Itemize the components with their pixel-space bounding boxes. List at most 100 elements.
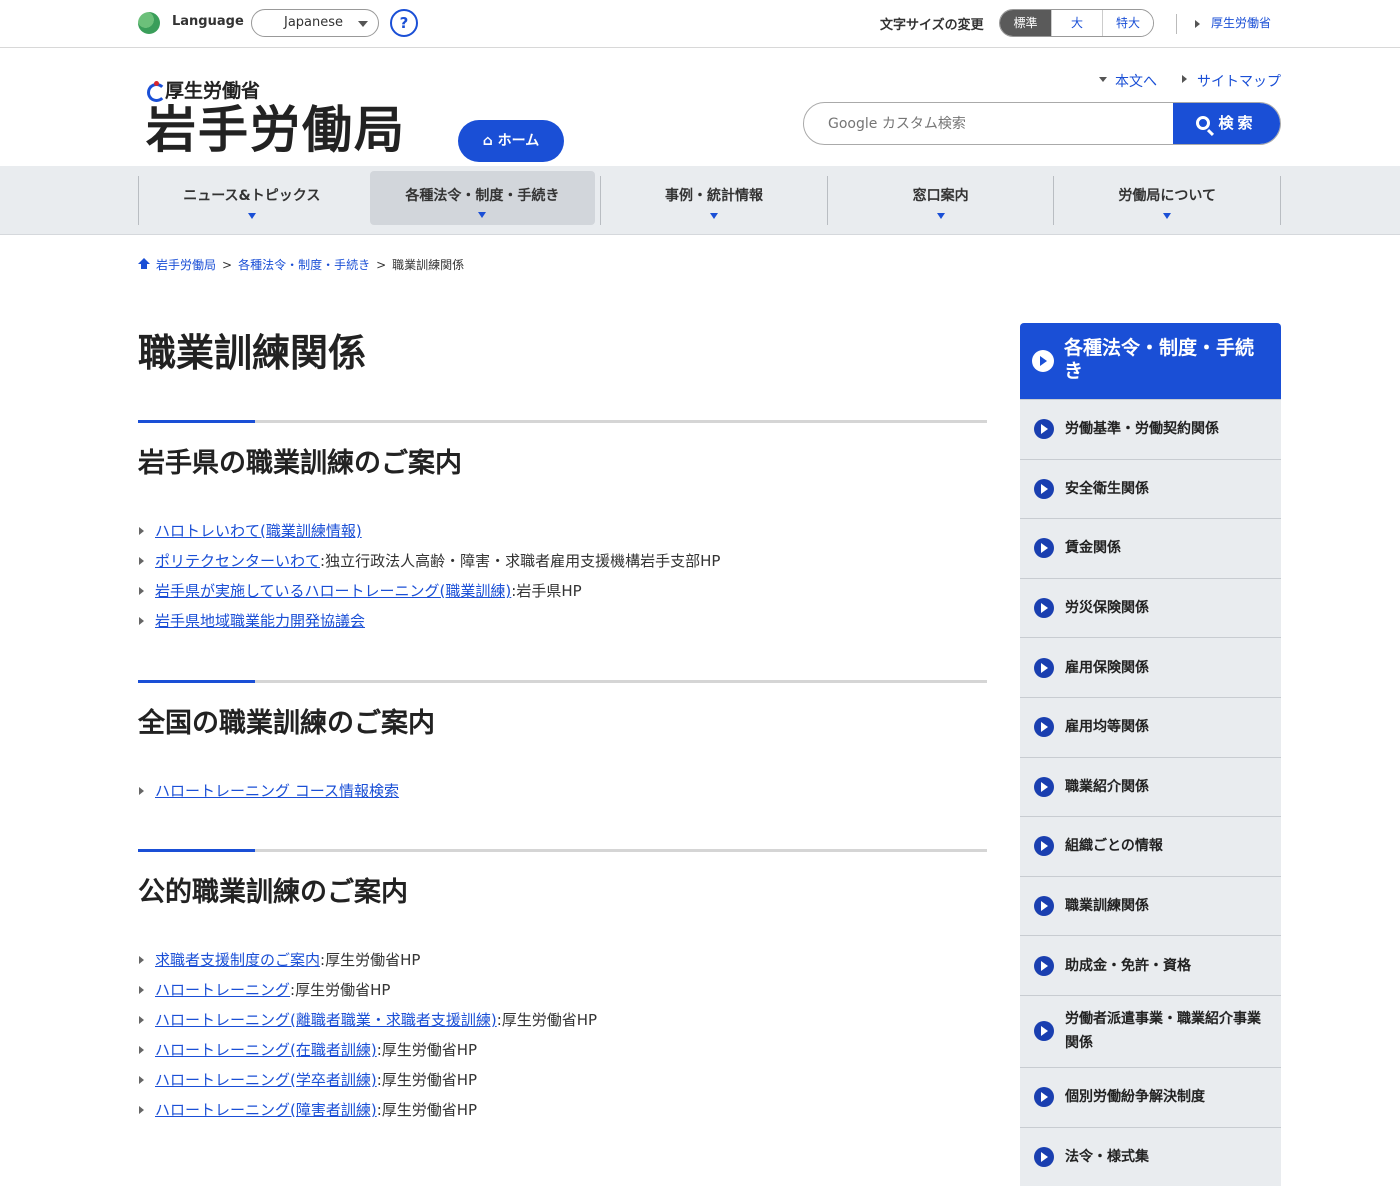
gnav-laws[interactable]: 各種法令・制度・手続き [369,171,596,225]
side-nav-item[interactable]: 助成金・免許・資格 [1020,935,1281,995]
gnav-label: 窓口案内 [912,188,969,204]
language-select[interactable]: Japanese [251,9,379,37]
list-link[interactable]: 岩手県地域職業能力開発協議会 [155,612,365,630]
mhlw-link[interactable]: 厚生労働省 [1176,14,1271,34]
side-nav-item[interactable]: 労災保険関係 [1020,577,1281,638]
home-button-label: ホーム [497,133,540,149]
list-suffix: :厚生労働省HP [376,1101,478,1119]
breadcrumb-separator: > [376,258,387,272]
list-link[interactable]: ハロートレーニング(学卒者訓練) [155,1071,377,1089]
arrow-right-icon [1034,478,1054,499]
side-nav-item-label: 労働基準・労働契約関係 [1065,421,1219,438]
caret-down-icon [1163,213,1172,219]
gnav-about[interactable]: 労働局について [1053,176,1281,225]
list-item: ハロートレーニング(離職者職業・求職者支援訓練):厚生労働省HP [138,1005,987,1035]
fontsize-standard-button[interactable]: 標準 [1000,10,1051,36]
side-nav-item-label: 雇用均等関係 [1065,719,1149,736]
list-link[interactable]: ハロトレいわて(職業訓練情報) [155,522,362,540]
side-nav-item-label: 法令・様式集 [1065,1148,1149,1165]
gnav-label: 事例・統計情報 [664,188,763,204]
side-nav-heading[interactable]: 各種法令・制度・手続き [1020,323,1281,399]
side-nav-item[interactable]: 安全衛生関係 [1020,458,1281,519]
arrow-right-icon [1034,896,1054,917]
side-nav-item[interactable]: 雇用均等関係 [1020,696,1281,757]
breadcrumb-link[interactable]: 各種法令・制度・手続き [238,258,370,272]
side-nav-item[interactable]: 雇用保険関係 [1020,637,1281,697]
list-link[interactable]: ハロートレーニング(障害者訓練) [155,1101,377,1119]
list-item: ハロートレーニング(在職者訓練):厚生労働省HP [138,1035,987,1065]
side-nav-item[interactable]: 組織ごとの情報 [1020,816,1281,876]
list-item: ハロートレーニング(学卒者訓練):厚生労働省HP [138,1065,987,1095]
section-iwate: 岩手県の職業訓練のご案内 ハロトレいわて(職業訓練情報) ポリテクセンターいわて… [138,420,987,636]
side-nav-item[interactable]: 法令・様式集 [1020,1126,1281,1186]
side-nav-item-label: 賃金関係 [1065,540,1121,557]
list-link[interactable]: 岩手県が実施しているハロートレーニング(職業訓練) [155,582,511,600]
gnav-label: 各種法令・制度・手続き [405,188,560,204]
side-nav-item-label: 労災保険関係 [1065,600,1149,617]
page-title: 職業訓練関係 [138,331,367,375]
list-item: 岩手県地域職業能力開発協議会 [138,606,987,636]
list-item: ハロトレいわて(職業訓練情報) [138,516,987,546]
header-links: 本文へ サイトマップ [1097,71,1281,91]
sitemap-link[interactable]: サイトマップ [1179,71,1281,91]
arrow-right-icon [1034,419,1054,440]
side-nav-item-label: 労働者派遣事業・職業紹介事業関係 [1065,1011,1261,1052]
link-list: 求職者支援制度のご案内:厚生労働省HP ハロートレーニング:厚生労働省HP ハロ… [138,945,987,1125]
breadcrumb-link[interactable]: 岩手労働局 [156,258,216,272]
arrow-right-icon [1034,1087,1054,1108]
list-link[interactable]: 求職者支援制度のご案内 [155,951,320,969]
list-suffix: :厚生労働省HP [376,1041,478,1059]
side-nav-item[interactable]: 職業紹介関係 [1020,756,1281,817]
link-list: ハロトレいわて(職業訓練情報) ポリテクセンターいわて:独立行政法人高齢・障害・… [138,516,987,636]
search-button[interactable]: 検索 [1173,103,1280,144]
side-nav-item[interactable]: 個別労働紛争解決制度 [1020,1066,1281,1127]
bureau-title[interactable]: 岩手労働局 [146,100,406,160]
breadcrumb-current: 職業訓練関係 [392,258,465,272]
list-link[interactable]: ハロートレーニング(離職者職業・求職者支援訓練) [155,1011,497,1029]
side-nav-item[interactable]: 労働基準・労働契約関係 [1020,399,1281,459]
search-input[interactable] [804,103,1174,144]
chevron-down-icon [358,21,368,27]
arrow-right-icon [1034,955,1054,976]
list-link[interactable]: ハロートレーニング コース情報検索 [155,782,399,800]
side-nav-item[interactable]: 労働者派遣事業・職業紹介事業関係 [1020,994,1281,1067]
skip-to-main-link[interactable]: 本文へ [1097,71,1157,91]
side-nav-item-label: 職業訓練関係 [1065,898,1149,915]
gnav-news[interactable]: ニュース&トピックス [138,176,365,225]
fontsize-xlarge-button[interactable]: 特大 [1102,10,1153,36]
list-suffix: :厚生労働省HP [290,981,391,999]
list-item: ハロートレーニング(障害者訓練):厚生労働省HP [138,1095,987,1125]
list-link[interactable]: ハロートレーニング(在職者訓練) [155,1041,377,1059]
language-label: Language [172,14,244,29]
list-suffix: :独立行政法人高齢・障害・求職者雇用支援機構岩手支部HP [320,552,721,570]
breadcrumb: 岩手労働局 > 各種法令・制度・手続き > 職業訓練関係 [138,256,464,273]
breadcrumb-separator: > [222,258,233,272]
side-nav-heading-label: 各種法令・制度・手続き [1064,337,1255,382]
section-heading: 岩手県の職業訓練のご案内 [138,448,462,479]
fontsize-large-button[interactable]: 大 [1051,10,1102,36]
gnav-statistics[interactable]: 事例・統計情報 [600,176,827,225]
side-nav-item[interactable]: 賃金関係 [1020,518,1281,578]
section-divider [138,420,987,423]
gnav-label: ニュース&トピックス [183,188,321,204]
side-nav-item[interactable]: 職業訓練関係 [1020,875,1281,936]
list-link[interactable]: ハロートレーニング [155,981,290,999]
fontsize-switcher: 標準 大 特大 [999,9,1154,37]
home-button[interactable]: ⌂ ホーム [458,120,564,162]
arrow-right-icon [1034,538,1054,559]
list-suffix: :厚生労働省HP [376,1071,478,1089]
side-nav-item-label: 職業紹介関係 [1065,778,1149,795]
gnav-offices[interactable]: 窓口案内 [826,176,1054,225]
search-icon [1196,116,1211,130]
section-divider [138,680,987,683]
global-nav: ニュース&トピックス 各種法令・制度・手続き 事例・統計情報 窓口案内 労働局に… [0,166,1400,235]
list-item: ハロートレーニング コース情報検索 [138,776,987,806]
caret-down-icon [709,213,718,219]
help-button[interactable]: ? [390,9,418,37]
utility-bar: Language Japanese ? 文字サイズの変更 標準 大 特大 厚生労… [0,0,1400,48]
list-link[interactable]: ポリテクセンターいわて [155,552,320,570]
gnav-label: 労働局について [1118,188,1216,204]
arrow-right-icon [1034,1021,1054,1042]
ministry-logo[interactable]: 厚生労働省 [147,76,260,103]
side-nav-item-label: 助成金・免許・資格 [1065,957,1191,974]
